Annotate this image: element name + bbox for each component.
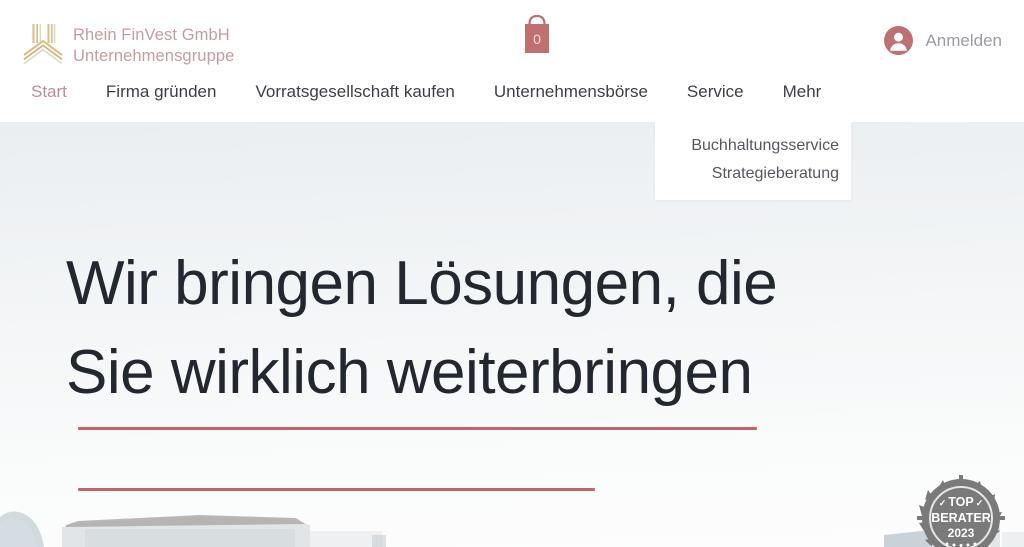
accent-rule-bottom	[78, 488, 595, 491]
badge-line-2: BERATER	[931, 511, 991, 525]
award-ribbon-icon: ✓ TOP ✓ BERATER 2023	[917, 475, 1005, 547]
hero-section: Wir bringen Lösungen, die Sie wirklich w…	[0, 122, 1024, 547]
site-header: Rhein FinVest GmbH Unternehmensgruppe 0 …	[0, 0, 1024, 122]
nav-item-unternehmensboerse[interactable]: Unternehmensbörse	[494, 82, 648, 102]
brand-text: Rhein FinVest GmbH Unternehmensgruppe	[73, 24, 234, 65]
hero-title-line-2: Sie wirklich weiterbringen	[66, 337, 753, 407]
main-navigation: Start Firma gründen Vorratsgesellschaft …	[0, 82, 1024, 120]
nav-item-mehr[interactable]: Mehr	[783, 82, 822, 102]
shopping-bag-icon	[525, 14, 549, 53]
badge-line-3: 2023	[948, 526, 975, 540]
city-skyline-image	[0, 511, 1024, 547]
accent-rule-top	[78, 427, 757, 430]
nav-item-service[interactable]: Service	[687, 82, 744, 102]
login-button[interactable]: Anmelden	[884, 26, 1002, 55]
cart-button[interactable]: 0	[515, 10, 559, 58]
user-avatar-icon	[884, 26, 914, 55]
nav-item-vorratsgesellschaft-kaufen[interactable]: Vorratsgesellschaft kaufen	[255, 82, 454, 102]
chevron-trio-logo-icon	[23, 24, 63, 65]
nav-item-firma-gruenden[interactable]: Firma gründen	[106, 82, 217, 102]
hero-title: Wir bringen Lösungen, die Sie wirklich w…	[66, 240, 946, 417]
dropdown-item-buchhaltungsservice[interactable]: Buchhaltungsservice	[667, 132, 839, 160]
brand-line-1: Rhein FinVest GmbH	[73, 26, 230, 45]
brand-line-2: Unternehmensgruppe	[73, 46, 235, 65]
hero-title-line-1: Wir bringen Lösungen, die	[66, 249, 778, 318]
login-label: Anmelden	[925, 30, 1002, 50]
page-root: Rhein FinVest GmbH Unternehmensgruppe 0 …	[0, 0, 1024, 547]
service-dropdown-menu: Buchhaltungsservice Strategieberatung	[655, 122, 851, 200]
brand-logo[interactable]: Rhein FinVest GmbH Unternehmensgruppe	[22, 22, 234, 68]
badge-line-1-text: ✓ TOP ✓	[939, 495, 984, 509]
dropdown-item-strategieberatung[interactable]: Strategieberatung	[667, 160, 839, 188]
nav-item-start[interactable]: Start	[31, 82, 67, 102]
